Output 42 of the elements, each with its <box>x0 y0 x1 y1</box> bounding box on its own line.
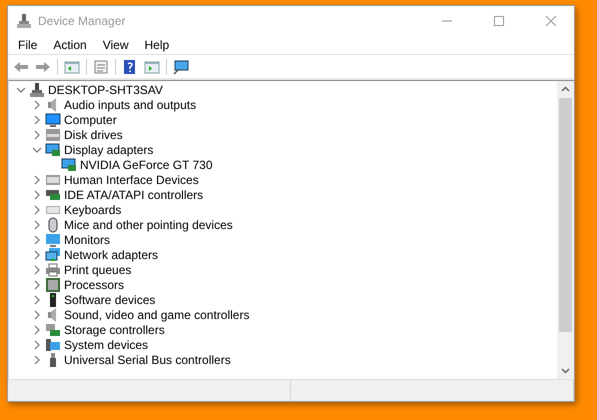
close-icon <box>546 16 556 26</box>
tree-item-label[interactable]: Sound, video and game controllers <box>64 308 250 322</box>
system-icon <box>45 336 61 352</box>
menu-item[interactable]: View <box>94 38 136 52</box>
storage-card-icon <box>45 322 61 338</box>
menu-item[interactable]: File <box>10 38 46 52</box>
tree-item-label[interactable]: Network adapters <box>64 248 158 262</box>
processor-icon <box>45 276 61 292</box>
tree-item-label[interactable]: Storage controllers <box>64 322 165 336</box>
tree-item-label[interactable]: Audio inputs and outputs <box>64 98 196 112</box>
computer-icon <box>16 13 32 29</box>
tree-item-label[interactable]: Disk drives <box>64 128 123 142</box>
tree-item-label[interactable]: Print queues <box>64 262 132 276</box>
left-arrow-icon <box>14 62 28 72</box>
tree-item-label[interactable]: DESKTOP-SHT3SAV <box>48 82 163 96</box>
tree-item-label[interactable]: Human Interface Devices <box>64 172 199 186</box>
monitor-icon <box>45 112 61 128</box>
tree-item-label[interactable]: Monitors <box>64 232 110 246</box>
drive-icon <box>45 126 61 142</box>
display-card-icon <box>45 142 61 158</box>
maximize-icon <box>494 16 504 26</box>
display-card-icon <box>61 156 77 172</box>
network-icon <box>45 246 61 262</box>
vertical-scrollbar[interactable] <box>557 81 574 379</box>
tree-item-label[interactable]: IDE ATA/ATAPI controllers <box>64 188 204 202</box>
printer-icon <box>45 262 61 278</box>
tree-item-label[interactable]: Mice and other pointing devices <box>64 218 233 232</box>
menu-item[interactable]: Action <box>45 38 95 52</box>
computer-icon <box>29 82 45 98</box>
tree-item-label[interactable]: System devices <box>64 338 148 352</box>
tree-item-label[interactable]: Processors <box>64 278 124 292</box>
menu-item[interactable]: Help <box>136 38 178 52</box>
window-title: Device Manager <box>38 14 126 28</box>
tree-item-label[interactable]: Software devices <box>64 292 156 306</box>
tree-item-label[interactable]: Display adapters <box>64 142 154 156</box>
minimize-icon <box>442 20 452 22</box>
monitor-icon <box>45 232 61 248</box>
right-arrow-icon <box>36 62 50 72</box>
tree-item-label[interactable]: Keyboards <box>64 202 122 216</box>
tree-item-label[interactable]: Computer <box>64 112 117 126</box>
tree-item-label[interactable]: Universal Serial Bus controllers <box>64 352 231 366</box>
tree-item-label[interactable]: NVIDIA GeForce GT 730 <box>80 158 212 172</box>
